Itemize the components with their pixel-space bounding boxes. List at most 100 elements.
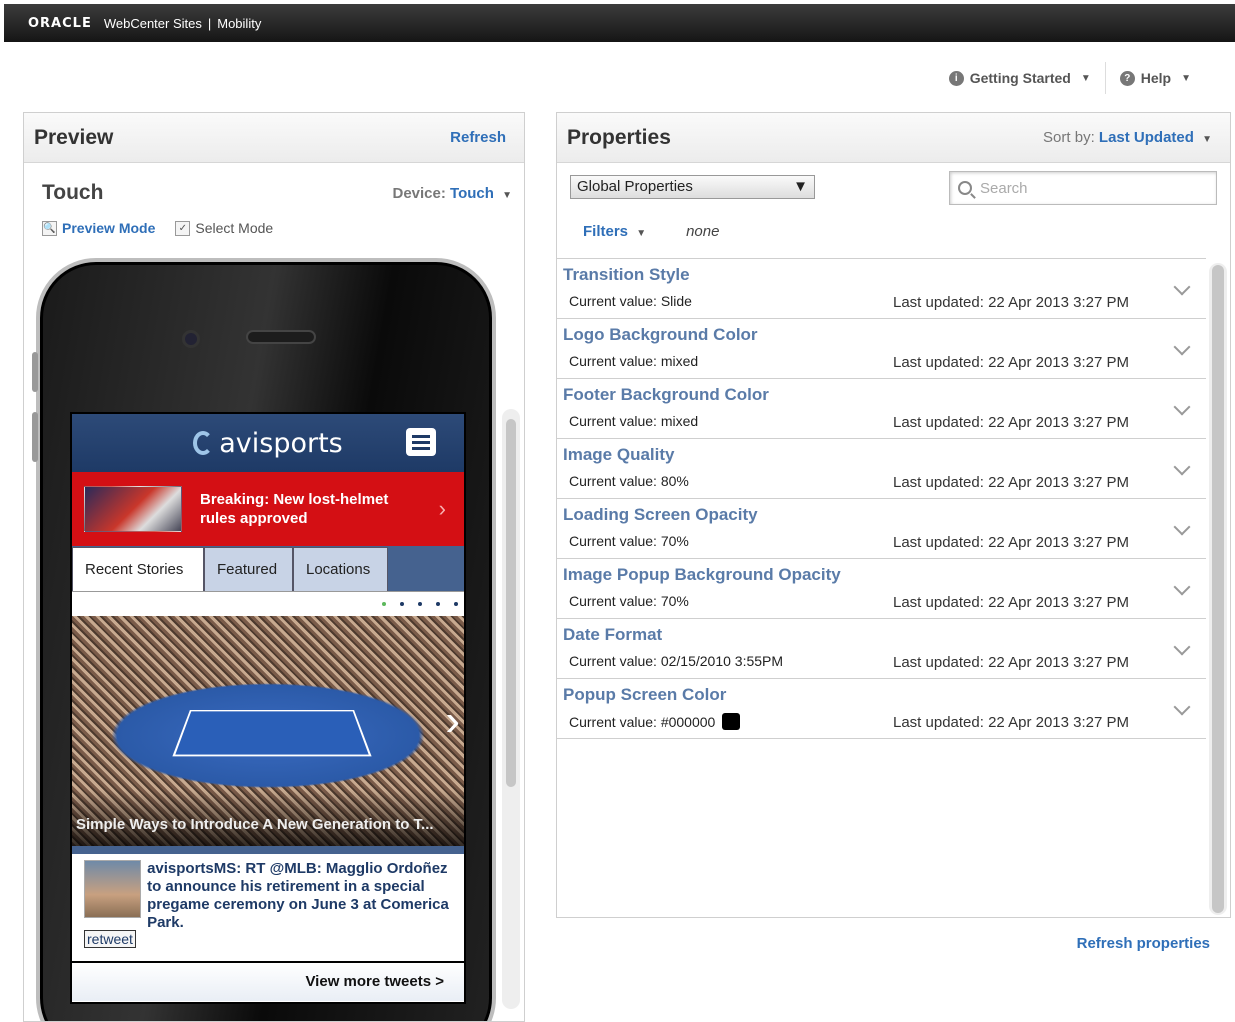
- help-menu[interactable]: ? Help ▼: [1104, 62, 1205, 94]
- help-row: i Getting Started ▼ ? Help ▼: [935, 62, 1205, 94]
- color-swatch: [722, 713, 741, 730]
- hero-caption: Simple Ways to Introduce A New Generatio…: [72, 790, 464, 846]
- property-row[interactable]: Image Popup Background Opacity Current v…: [557, 559, 1206, 619]
- chevron-right-icon[interactable]: ›: [445, 696, 460, 746]
- device-title: Touch: [42, 181, 104, 204]
- avisports-logo[interactable]: avisports: [193, 428, 343, 459]
- logo-text: avisports: [219, 427, 343, 459]
- sort-label: Sort by:: [1043, 129, 1095, 146]
- phone-side-button: [32, 412, 38, 462]
- chevron-down-icon: ▼: [502, 189, 512, 201]
- select-mode-button[interactable]: ✓ Select Mode: [175, 220, 273, 236]
- carousel-dot[interactable]: [454, 602, 458, 606]
- property-current-value: Current value: 70%: [569, 533, 689, 549]
- help-label: Help: [1140, 70, 1172, 86]
- property-row[interactable]: Transition Style Current value: Slide La…: [557, 259, 1206, 319]
- tennis-court: [172, 710, 372, 757]
- refresh-preview-link[interactable]: Refresh: [450, 129, 506, 146]
- refresh-properties-link[interactable]: Refresh properties: [1077, 935, 1210, 952]
- view-more-tweets-link[interactable]: View more tweets >: [72, 961, 464, 1001]
- scrollbar-thumb[interactable]: [506, 419, 516, 787]
- property-last-updated: Last updated: 22 Apr 2013 3:27 PM: [893, 354, 1130, 371]
- carousel-dots: [72, 592, 464, 616]
- preview-mode-button[interactable]: 🔍 Preview Mode: [42, 220, 155, 236]
- tab-recent-stories[interactable]: Recent Stories: [72, 547, 204, 591]
- magnifier-icon: 🔍: [42, 220, 57, 236]
- carousel-dot[interactable]: [400, 602, 404, 606]
- property-last-updated: Last updated: 22 Apr 2013 3:27 PM: [893, 474, 1130, 491]
- property-name: Date Format: [563, 625, 663, 644]
- property-current-value: Current value: 80%: [569, 473, 689, 489]
- retweet-button[interactable]: retweet: [84, 930, 136, 948]
- sort-by[interactable]: Sort by: Last Updated ▼: [1043, 129, 1212, 146]
- top-bar: ORACLE WebCenter Sites | Mobility: [4, 4, 1235, 42]
- property-last-updated: Last updated: 22 Apr 2013 3:27 PM: [893, 294, 1130, 311]
- module-name: Mobility: [217, 15, 262, 31]
- device-label: Device:: [392, 184, 446, 202]
- property-name: Logo Background Color: [563, 325, 758, 344]
- properties-header: Properties Sort by: Last Updated ▼: [557, 113, 1230, 163]
- hero-image[interactable]: › Simple Ways to Introduce A New Generat…: [72, 616, 464, 846]
- breaking-thumbnail: [84, 486, 182, 532]
- property-current-value: Current value: mixed: [569, 413, 699, 429]
- property-row[interactable]: Loading Screen Opacity Current value: 70…: [557, 499, 1206, 559]
- property-current-value: Current value: mixed: [569, 353, 699, 369]
- site-header: avisports: [72, 414, 464, 472]
- scrollbar-thumb[interactable]: [1212, 265, 1224, 913]
- preview-scrollbar[interactable]: [502, 409, 520, 1009]
- logo-mark-icon: [193, 431, 214, 455]
- property-scope-select[interactable]: Global Properties ▼: [570, 175, 815, 199]
- oracle-logo: ORACLE: [28, 15, 92, 31]
- property-row[interactable]: Logo Background Color Current value: mix…: [557, 319, 1206, 379]
- product-name: WebCenter Sites: [103, 15, 202, 31]
- property-name: Footer Background Color: [563, 385, 769, 404]
- property-last-updated: Last updated: 22 Apr 2013 3:27 PM: [893, 654, 1130, 671]
- search-input[interactable]: Search: [949, 171, 1217, 205]
- property-last-updated: Last updated: 22 Apr 2013 3:27 PM: [893, 534, 1130, 551]
- breaking-news-banner[interactable]: Breaking: New lost-helmet rules approved…: [72, 472, 464, 546]
- preview-panel: Preview Refresh Touch Device: Touch ▼ 🔍 …: [23, 112, 525, 1022]
- getting-started-label: Getting Started: [969, 70, 1071, 86]
- phone-camera: [182, 330, 200, 348]
- carousel-dot[interactable]: [418, 602, 422, 606]
- phone-speaker: [246, 330, 316, 344]
- properties-scrollbar[interactable]: [1209, 263, 1227, 915]
- device-value[interactable]: Touch: [450, 185, 494, 202]
- property-name: Image Popup Background Opacity: [563, 565, 841, 584]
- filters-value: none: [686, 223, 720, 240]
- carousel-dot[interactable]: [436, 602, 440, 606]
- property-name: Image Quality: [563, 445, 675, 464]
- chevron-down-icon: ▼: [793, 178, 808, 195]
- getting-started-menu[interactable]: i Getting Started ▼: [935, 70, 1105, 86]
- property-row[interactable]: Popup Screen Color Current value: #00000…: [557, 679, 1206, 739]
- property-scope-value: Global Properties: [577, 178, 693, 195]
- property-row[interactable]: Footer Background Color Current value: m…: [557, 379, 1206, 439]
- property-row[interactable]: Image Quality Current value: 80% Last up…: [557, 439, 1206, 499]
- chevron-down-icon: ▼: [1080, 72, 1091, 84]
- property-name: Popup Screen Color: [563, 685, 727, 704]
- carousel-dot[interactable]: [382, 602, 386, 606]
- chevron-down-icon: ▼: [1181, 72, 1191, 84]
- avatar: [84, 860, 142, 918]
- property-current-value: Current value: #000000: [569, 713, 741, 730]
- property-list: Transition Style Current value: Slide La…: [557, 258, 1206, 739]
- device-row: Touch Device: Touch ▼: [42, 181, 512, 205]
- menu-icon[interactable]: [406, 428, 436, 456]
- help-icon: ?: [1119, 70, 1135, 86]
- mode-row: 🔍 Preview Mode ✓ Select Mode: [42, 220, 273, 236]
- filters-label: Filters: [583, 223, 629, 240]
- device-selector[interactable]: Device: Touch ▼: [392, 185, 512, 202]
- sort-value[interactable]: Last Updated: [1099, 129, 1194, 146]
- preview-title: Preview: [34, 125, 114, 149]
- tab-locations[interactable]: Locations: [293, 547, 388, 591]
- chevron-down-icon: ▼: [1202, 134, 1212, 145]
- chevron-down-icon: ▼: [636, 228, 647, 239]
- tab-featured[interactable]: Featured: [204, 547, 293, 591]
- tweet-text: avisportsMS: RT @MLB: Magglio Ordoñez to…: [147, 860, 449, 931]
- property-name: Transition Style: [563, 265, 690, 284]
- breaking-text: Breaking: New lost-helmet rules approved: [200, 491, 389, 527]
- filters-menu[interactable]: Filters ▼: [583, 223, 646, 240]
- property-row[interactable]: Date Format Current value: 02/15/2010 3:…: [557, 619, 1206, 679]
- phone-side-button: [32, 352, 38, 392]
- chevron-right-icon: ›: [438, 496, 446, 521]
